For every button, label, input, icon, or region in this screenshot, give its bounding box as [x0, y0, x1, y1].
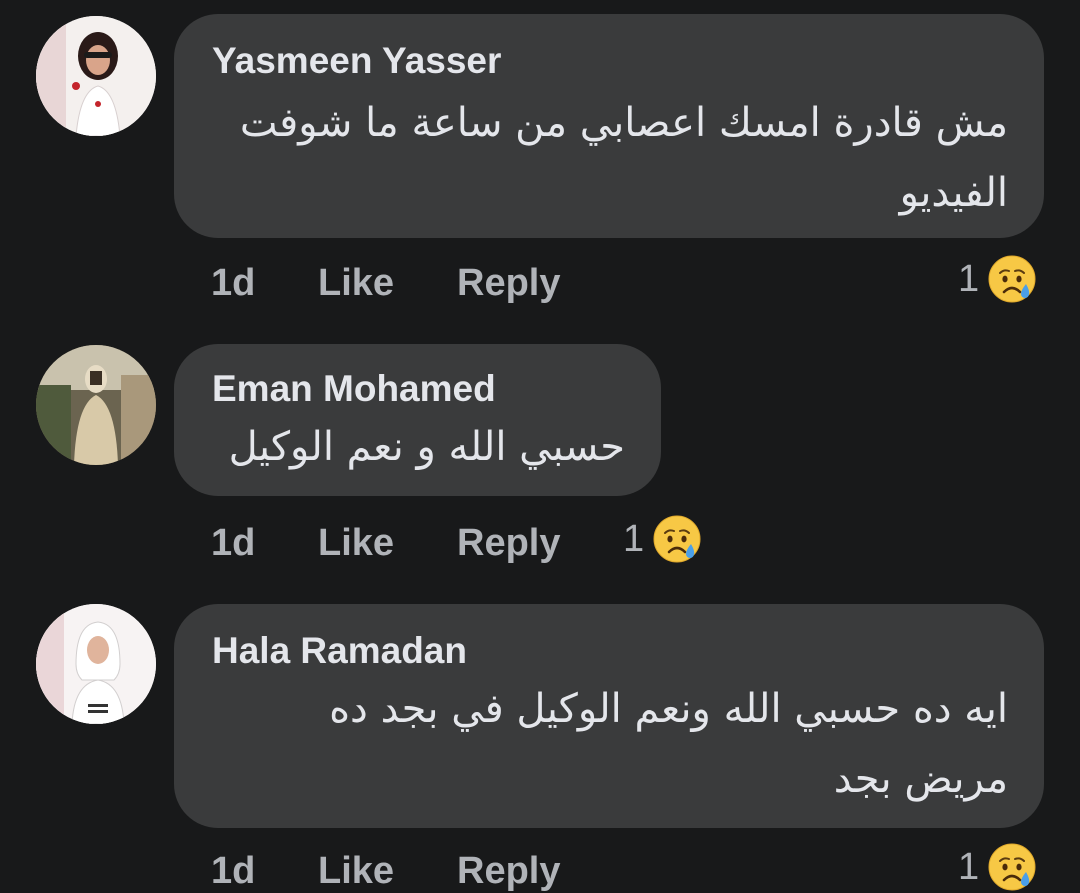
comment-text: ايه ده حسبي الله ونعم الوكيل في بجد ده م…: [329, 674, 1008, 814]
comment-bubble: Yasmeen Yasser مش قادرة امسك اعصابي من س…: [174, 14, 1044, 238]
crying-face-icon: [987, 254, 1037, 304]
comment-timestamp[interactable]: 1d: [211, 850, 255, 893]
comment-bubble: Eman Mohamed حسبي الله و نعم الوكيل: [174, 344, 661, 496]
like-button[interactable]: Like: [318, 522, 394, 565]
reply-button[interactable]: Reply: [457, 522, 560, 565]
comment-text: مش قادرة امسك اعصابي من ساعة ما شوفت الف…: [240, 88, 1008, 228]
comment-timestamp[interactable]: 1d: [211, 522, 255, 565]
reply-button[interactable]: Reply: [457, 262, 560, 305]
reaction-count: 1: [958, 845, 980, 888]
comment-bubble: Hala Ramadan ايه ده حسبي الله ونعم الوكي…: [174, 604, 1044, 828]
reaction-count: 1: [958, 257, 980, 300]
reaction-summary[interactable]: 1: [958, 842, 1037, 892]
comment-author[interactable]: Eman Mohamed: [212, 368, 496, 410]
reaction-summary[interactable]: 1: [623, 514, 702, 564]
comment-text-line: ايه ده حسبي الله ونعم الوكيل في بجد ده: [329, 686, 1008, 732]
comment-timestamp[interactable]: 1d: [211, 262, 255, 305]
like-button[interactable]: Like: [318, 850, 394, 893]
reaction-summary[interactable]: 1: [958, 254, 1037, 304]
avatar[interactable]: [36, 604, 156, 724]
comment-text-line: الفيديو: [899, 170, 1008, 216]
comment-text-line: مش قادرة امسك اعصابي من ساعة ما شوفت: [239, 100, 1008, 146]
comment-author[interactable]: Yasmeen Yasser: [212, 40, 501, 82]
crying-face-icon: [652, 514, 702, 564]
crying-face-icon: [987, 842, 1037, 892]
comment-text-line: مريض بجد: [833, 756, 1008, 802]
avatar[interactable]: [36, 345, 156, 465]
like-button[interactable]: Like: [318, 262, 394, 305]
comment-author[interactable]: Hala Ramadan: [212, 630, 467, 672]
reply-button[interactable]: Reply: [457, 850, 560, 893]
avatar[interactable]: [36, 16, 156, 136]
comment-text-line: حسبي الله و نعم الوكيل: [228, 424, 625, 470]
reaction-count: 1: [623, 517, 645, 560]
comment-text: حسبي الله و نعم الوكيل: [229, 412, 625, 482]
